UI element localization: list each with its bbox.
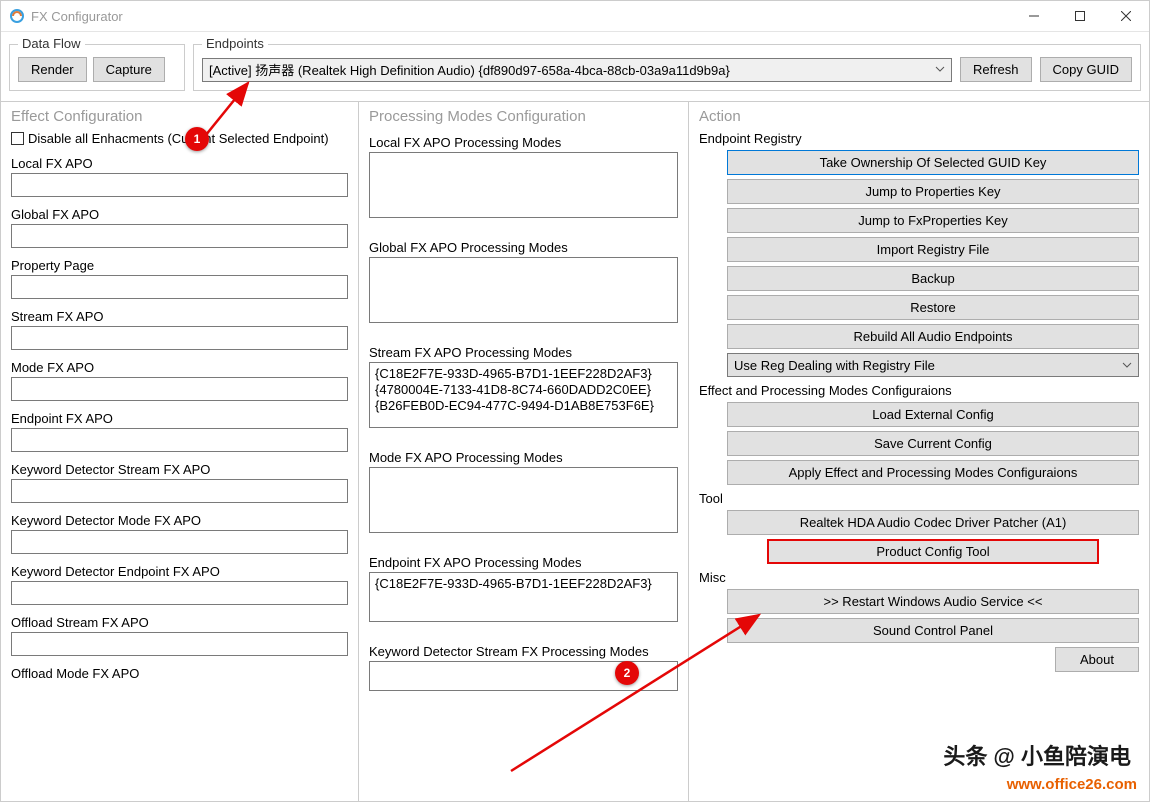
capture-button[interactable]: Capture xyxy=(93,57,165,82)
processing-modes-title: Processing Modes Configuration xyxy=(369,108,678,125)
maximize-button[interactable] xyxy=(1057,1,1103,31)
kd-mode-fx-input[interactable] xyxy=(11,530,348,554)
minimize-button[interactable] xyxy=(1011,1,1057,31)
offload-mode-fx-label: Offload Mode FX APO xyxy=(11,666,348,681)
copy-guid-button[interactable]: Copy GUID xyxy=(1040,57,1132,82)
render-button[interactable]: Render xyxy=(18,57,87,82)
property-page-input[interactable] xyxy=(11,275,348,299)
stream-pm-label: Stream FX APO Processing Modes xyxy=(369,345,678,360)
global-fx-label: Global FX APO xyxy=(11,207,348,222)
backup-button[interactable]: Backup xyxy=(727,266,1139,291)
chevron-down-icon xyxy=(1122,360,1132,370)
kd-mode-fx-label: Keyword Detector Mode FX APO xyxy=(11,513,348,528)
close-button[interactable] xyxy=(1103,1,1149,31)
mode-fx-input[interactable] xyxy=(11,377,348,401)
mode-pm-area[interactable] xyxy=(369,467,678,533)
global-pm-area[interactable] xyxy=(369,257,678,323)
watermark-line1: 头条 @ 小鱼陪演电 xyxy=(943,739,1131,771)
endpoint-fx-label: Endpoint FX APO xyxy=(11,411,348,426)
effect-config-panel: Effect Configuration Disable all Enhacme… xyxy=(1,102,359,801)
kd-stream-fx-input[interactable] xyxy=(11,479,348,503)
kd-endpoint-fx-input[interactable] xyxy=(11,581,348,605)
endpoint-pm-area[interactable]: {C18E2F7E-933D-4965-B7D1-1EEF228D2AF3} xyxy=(369,572,678,622)
global-pm-label: Global FX APO Processing Modes xyxy=(369,240,678,255)
window-title: FX Configurator xyxy=(31,9,1011,24)
jump-properties-button[interactable]: Jump to Properties Key xyxy=(727,179,1139,204)
stream-fx-input[interactable] xyxy=(11,326,348,350)
tool-label: Tool xyxy=(699,491,1139,506)
dataflow-label: Data Flow xyxy=(18,36,85,51)
offload-stream-fx-label: Offload Stream FX APO xyxy=(11,615,348,630)
app-icon xyxy=(9,8,25,24)
load-config-button[interactable]: Load External Config xyxy=(727,402,1139,427)
jump-fxproperties-button[interactable]: Jump to FxProperties Key xyxy=(727,208,1139,233)
local-fx-label: Local FX APO xyxy=(11,156,348,171)
kd-stream-fx-label: Keyword Detector Stream FX APO xyxy=(11,462,348,477)
kd-endpoint-fx-label: Keyword Detector Endpoint FX APO xyxy=(11,564,348,579)
mode-pm-label: Mode FX APO Processing Modes xyxy=(369,450,678,465)
action-panel: Action Endpoint Registry Take Ownership … xyxy=(689,102,1149,801)
save-config-button[interactable]: Save Current Config xyxy=(727,431,1139,456)
endpoints-dropdown[interactable]: [Active] 扬声器 (Realtek High Definition Au… xyxy=(202,58,952,82)
offload-stream-fx-input[interactable] xyxy=(11,632,348,656)
stream-pm-area[interactable]: {C18E2F7E-933D-4965-B7D1-1EEF228D2AF3} {… xyxy=(369,362,678,428)
property-page-label: Property Page xyxy=(11,258,348,273)
apply-config-button[interactable]: Apply Effect and Processing Modes Config… xyxy=(727,460,1139,485)
mode-fx-label: Mode FX APO xyxy=(11,360,348,375)
restart-audio-button[interactable]: >> Restart Windows Audio Service << xyxy=(727,589,1139,614)
kd-stream-pm-label: Keyword Detector Stream FX Processing Mo… xyxy=(369,644,678,659)
refresh-button[interactable]: Refresh xyxy=(960,57,1032,82)
endpoints-label: Endpoints xyxy=(202,36,268,51)
rebuild-endpoints-button[interactable]: Rebuild All Audio Endpoints xyxy=(727,324,1139,349)
global-fx-input[interactable] xyxy=(11,224,348,248)
endpoint-pm-label: Endpoint FX APO Processing Modes xyxy=(369,555,678,570)
kd-stream-pm-area[interactable] xyxy=(369,661,678,691)
disable-all-checkbox[interactable] xyxy=(11,132,24,145)
effect-config-title: Effect Configuration xyxy=(11,108,348,125)
watermark-line2: www.office26.com xyxy=(1007,776,1137,793)
endpoint-fx-input[interactable] xyxy=(11,428,348,452)
reg-dealing-selected: Use Reg Dealing with Registry File xyxy=(734,358,935,373)
dataflow-groupbox: Data Flow Render Capture xyxy=(9,44,185,91)
stream-fx-label: Stream FX APO xyxy=(11,309,348,324)
product-config-tool-button[interactable]: Product Config Tool xyxy=(767,539,1099,564)
config-label: Effect and Processing Modes Configuraion… xyxy=(699,383,1139,398)
disable-all-label: Disable all Enhacments (Current Selected… xyxy=(28,131,329,146)
endpoint-registry-label: Endpoint Registry xyxy=(699,131,1139,146)
local-pm-area[interactable] xyxy=(369,152,678,218)
take-ownership-button[interactable]: Take Ownership Of Selected GUID Key xyxy=(727,150,1139,175)
local-pm-label: Local FX APO Processing Modes xyxy=(369,135,678,150)
endpoints-groupbox: Endpoints [Active] 扬声器 (Realtek High Def… xyxy=(193,44,1141,91)
action-title: Action xyxy=(699,108,1139,125)
misc-label: Misc xyxy=(699,570,1139,585)
about-button[interactable]: About xyxy=(1055,647,1139,672)
realtek-patcher-button[interactable]: Realtek HDA Audio Codec Driver Patcher (… xyxy=(727,510,1139,535)
local-fx-input[interactable] xyxy=(11,173,348,197)
reg-dealing-select[interactable]: Use Reg Dealing with Registry File xyxy=(727,353,1139,377)
processing-modes-panel: Processing Modes Configuration Local FX … xyxy=(359,102,689,801)
import-registry-button[interactable]: Import Registry File xyxy=(727,237,1139,262)
sound-control-panel-button[interactable]: Sound Control Panel xyxy=(727,618,1139,643)
chevron-down-icon xyxy=(935,64,945,74)
restore-button[interactable]: Restore xyxy=(727,295,1139,320)
titlebar: FX Configurator xyxy=(1,1,1149,32)
endpoints-selected: [Active] 扬声器 (Realtek High Definition Au… xyxy=(209,60,730,79)
